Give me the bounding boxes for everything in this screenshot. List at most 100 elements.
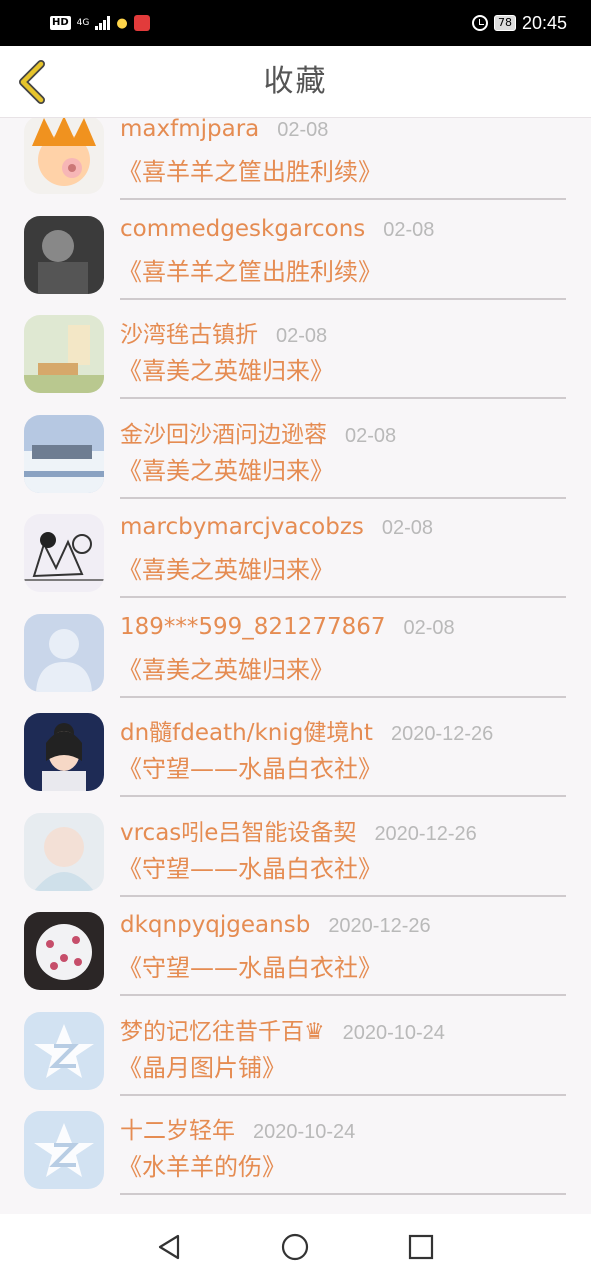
item-title[interactable]: 《喜羊羊之筐出胜利续》 [118,152,382,187]
status-right: 78 20:45 [471,12,567,34]
item-date: 2020-12-26 [390,723,494,745]
item-title[interactable]: 《喜羊羊之筐出胜利续》 [118,252,382,287]
avatar[interactable] [24,713,104,791]
list-item[interactable]: dn髓fdeath/knig健境ht 2020-12-26 《守望——水晶白衣社》 [0,703,591,803]
qq-default-avatar-icon [24,1012,104,1090]
divider [120,1094,566,1096]
photo-avatar-icon [24,813,104,891]
list-item[interactable]: 沙湾毪古镇折 02-08 《喜美之英雄归来》 [0,305,591,405]
divider [120,298,566,300]
app-notification-icon [133,15,150,31]
user-name[interactable]: dn髓fdeath/knig健境ht [120,713,373,747]
item-date: 02-08 [403,617,455,639]
illustration-avatar-icon [24,713,104,791]
list-item[interactable]: commedgeskgarcons 02-08 《喜羊羊之筐出胜利续》 [0,206,591,306]
divider [120,994,566,996]
list-item[interactable]: vrcas吲e吕智能设备契 2020-12-26 《守望——水晶白衣社》 [0,803,591,903]
avatar[interactable] [24,216,104,294]
item-date: 02-08 [276,325,328,347]
item-header: marcbymarcjvacobzs 02-08 [120,514,433,540]
divider [120,795,566,797]
item-title[interactable]: 《水羊羊的伤》 [118,1147,286,1182]
header: 收藏 [0,46,591,118]
user-name[interactable]: 十二岁轻年 [120,1111,235,1145]
item-date: 02-08 [381,517,434,539]
page-title: 收藏 [263,64,328,99]
avatar[interactable] [24,813,104,891]
divider [120,1193,566,1195]
avatar[interactable] [24,514,104,592]
item-title[interactable]: 《喜美之英雄归来》 [118,351,334,386]
user-name[interactable]: maxfmjpara [120,118,259,142]
circle-home-icon[interactable] [280,1232,310,1262]
item-header: commedgeskgarcons 02-08 [120,216,434,242]
item-date: 2020-10-24 [253,1121,356,1143]
item-date: 02-08 [383,219,435,241]
item-date: 02-08 [345,425,397,447]
item-header: 沙湾毪古镇折 02-08 [120,315,327,349]
favorites-list[interactable]: maxfmjpara 02-08 《喜羊羊之筐出胜利续》 commedgeskgarc… [0,118,591,1214]
flowers-avatar-icon [24,912,104,990]
avatar[interactable] [24,118,104,194]
item-title[interactable]: 《喜美之英雄归来》 [118,550,334,585]
item-title[interactable]: 《守望——水晶白衣社》 [118,749,382,784]
cartoon-avatar-icon [24,118,104,194]
divider [120,895,566,897]
item-date: 02-08 [277,119,329,141]
item-title[interactable]: 《守望——水晶白衣社》 [118,948,382,983]
navigation-bar [0,1214,591,1280]
divider [120,596,566,598]
divider [120,696,566,698]
list-item[interactable]: 189***599_821277867 02-08 《喜美之英雄归来》 [0,604,591,704]
user-name[interactable]: marcbymarcjvacobzs [120,514,364,540]
avatar[interactable] [24,415,104,493]
item-date: 2020-12-26 [374,823,477,845]
user-name[interactable]: 189***599_821277867 [120,614,386,640]
user-name[interactable]: 梦的记忆往昔千百♛ [120,1012,325,1046]
photo-avatar-icon [24,315,104,393]
list-item[interactable]: marcbymarcjvacobzs 02-08 《喜美之英雄归来》 [0,504,591,604]
list-item[interactable]: maxfmjpara 02-08 《喜羊羊之筐出胜利续》 [0,118,591,206]
user-name[interactable]: 金沙回沙酒问边逊蓉 [120,415,327,449]
divider [120,497,566,499]
item-header: 十二岁轻年 2020-10-24 [120,1111,355,1145]
item-title[interactable]: 《喜美之英雄归来》 [118,650,334,685]
avatar[interactable] [24,315,104,393]
status-time: 20:45 [521,12,567,33]
user-name[interactable]: 沙湾毪古镇折 [120,315,258,349]
battery-icon: 78 [493,15,516,31]
default-person-avatar-icon [24,614,104,692]
item-header: dn髓fdeath/knig健境ht 2020-12-26 [120,713,493,747]
list-item[interactable]: 金沙回沙酒问边逊蓉 02-08 《喜美之英雄归来》 [0,405,591,505]
list-item[interactable]: 梦的记忆往昔千百♛ 2020-10-24 《晶月图片铺》 [0,1002,591,1102]
user-name[interactable]: dkqnpyqjgeansb [120,912,310,938]
sketch-avatar-icon [24,514,104,592]
item-header: vrcas吲e吕智能设备契 2020-12-26 [120,813,477,847]
item-title[interactable]: 《喜美之英雄归来》 [118,451,334,486]
photo-avatar-icon [24,216,104,294]
item-header: 金沙回沙酒问边逊蓉 02-08 [120,415,396,449]
item-title[interactable]: 《晶月图片铺》 [118,1048,286,1083]
triangle-back-icon[interactable] [154,1232,184,1262]
signal-icon [95,16,111,30]
list-item[interactable]: dkqnpyqjgeansb 2020-12-26 《守望——水晶白衣社》 [0,902,591,1002]
list-item[interactable]: 十二岁轻年 2020-10-24 《水羊羊的伤》 [0,1101,591,1201]
status-left: HD 4G ● [50,15,150,31]
hd-badge: HD [50,16,71,30]
qq-default-avatar-icon [24,1111,104,1189]
user-name[interactable]: vrcas吲e吕智能设备契 [120,813,356,847]
avatar[interactable] [24,614,104,692]
status-bar: HD 4G ● 78 20:45 [0,0,591,46]
item-header: 189***599_821277867 02-08 [120,614,455,640]
network-label: 4G [76,17,90,28]
item-header: maxfmjpara 02-08 [120,118,328,142]
avatar[interactable] [24,1012,104,1090]
item-title[interactable]: 《守望——水晶白衣社》 [118,849,382,884]
user-name[interactable]: commedgeskgarcons [120,216,365,242]
square-recents-icon[interactable] [406,1232,436,1262]
divider [120,397,566,399]
item-date: 2020-12-26 [328,915,431,937]
avatar[interactable] [24,912,104,990]
lightbulb-icon: ● [116,15,128,31]
avatar[interactable] [24,1111,104,1189]
